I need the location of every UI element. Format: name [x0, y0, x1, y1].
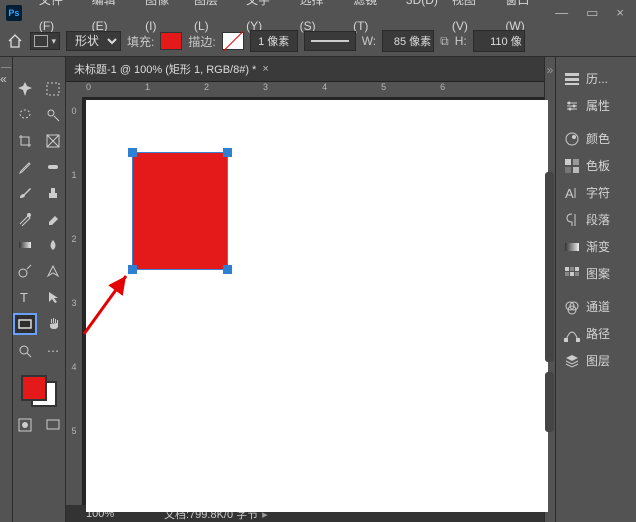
screenmode-button[interactable]	[42, 415, 64, 435]
link-wh-icon[interactable]: ⧉	[440, 34, 449, 49]
panel-channels[interactable]: 通道	[556, 293, 636, 320]
transform-handle-tl[interactable]	[128, 148, 137, 157]
toolbox-collapse-strip[interactable]: «	[0, 57, 13, 522]
horizontal-ruler: 0123456	[82, 82, 544, 98]
frame-tool[interactable]	[42, 131, 64, 151]
crop-tool[interactable]	[14, 131, 36, 151]
transform-handle-br[interactable]	[223, 265, 232, 274]
transform-handle-bl[interactable]	[128, 265, 137, 274]
type-tool[interactable]: T	[14, 287, 36, 307]
healing-tool[interactable]	[42, 157, 64, 177]
document-tab-bar: 未标题-1 @ 100% (矩形 1, RGB/8#) * ×	[66, 57, 544, 82]
panel-character[interactable]: A字符	[556, 179, 636, 206]
quickmask-button[interactable]	[14, 415, 36, 435]
gradient-tool[interactable]	[14, 235, 36, 255]
history-brush-tool[interactable]	[14, 209, 36, 229]
panel-history[interactable]: 历...	[556, 65, 636, 92]
panel-swatches[interactable]: 色板	[556, 152, 636, 179]
vertical-scrollbar[interactable]	[545, 172, 554, 362]
eraser-tool[interactable]	[42, 209, 64, 229]
fill-label: 填充:	[127, 33, 154, 50]
svg-text:A: A	[565, 186, 574, 201]
window-close-icon[interactable]: ×	[616, 5, 624, 21]
panels-dock: 历... 属性 颜色 色板 A字符 段落 渐变 图案 通道 路径 图层	[555, 57, 636, 522]
quick-select-tool[interactable]	[42, 105, 64, 125]
home-icon[interactable]	[6, 32, 24, 50]
brush-tool[interactable]	[14, 183, 36, 203]
panel-color[interactable]: 颜色	[556, 125, 636, 152]
annotation-arrow-icon	[80, 270, 140, 340]
stroke-color-swatch[interactable]	[222, 32, 244, 50]
svg-text:T: T	[20, 290, 28, 304]
foreground-color[interactable]	[21, 375, 47, 401]
pen-tool[interactable]	[42, 261, 64, 281]
canvas[interactable]	[86, 100, 548, 512]
stroke-type-select[interactable]	[304, 31, 356, 51]
panel-properties[interactable]: 属性	[556, 92, 636, 119]
shape-preset-button[interactable]: ▾	[30, 32, 60, 50]
selected-rectangle-shape[interactable]	[132, 152, 228, 270]
blur-tool[interactable]	[42, 235, 64, 255]
window-maximize-icon[interactable]: ▭	[586, 5, 598, 21]
path-select-tool[interactable]	[42, 287, 64, 307]
lasso-tool[interactable]	[14, 105, 36, 125]
height-label: H:	[455, 34, 467, 48]
marquee-tool[interactable]	[42, 79, 64, 99]
transform-handle-tr[interactable]	[223, 148, 232, 157]
vertical-ruler: 012345	[66, 82, 83, 505]
eyedropper-tool[interactable]	[14, 157, 36, 177]
dodge-tool[interactable]	[14, 261, 36, 281]
tool-mode-select[interactable]: 形状	[66, 31, 121, 51]
stroke-label: 描边:	[188, 33, 215, 50]
document-tab[interactable]: 未标题-1 @ 100% (矩形 1, RGB/8#) *	[74, 61, 256, 77]
height-input[interactable]	[473, 30, 525, 52]
menu-bar: Ps 文件(F) 编辑(E) 图像(I) 图层(L) 文字(Y) 选择(S) 滤…	[0, 0, 636, 26]
fill-color-swatch[interactable]	[160, 32, 182, 50]
app-icon: Ps	[6, 5, 22, 21]
stamp-tool[interactable]	[42, 183, 64, 203]
panel-paragraph[interactable]: 段落	[556, 206, 636, 233]
zoom-tool[interactable]	[14, 341, 36, 361]
vertical-scrollbar[interactable]	[545, 372, 554, 432]
panel-pattern[interactable]: 图案	[556, 260, 636, 287]
stroke-width-input[interactable]	[250, 30, 298, 52]
rectangle-tool[interactable]	[13, 313, 37, 335]
width-label: W:	[362, 34, 376, 48]
window-minimize-icon[interactable]: —	[555, 5, 568, 21]
move-tool[interactable]	[14, 79, 36, 99]
panel-paths[interactable]: 路径	[556, 320, 636, 347]
panel-layers[interactable]: 图层	[556, 347, 636, 374]
panel-gradient[interactable]: 渐变	[556, 233, 636, 260]
canvas-viewport: 012345 0123456	[66, 82, 544, 505]
toolbox: T ⋯	[13, 57, 66, 522]
document-area: 未标题-1 @ 100% (矩形 1, RGB/8#) * × 012345 0…	[66, 57, 544, 522]
tab-close-icon[interactable]: ×	[262, 63, 268, 75]
hand-tool[interactable]	[43, 313, 65, 333]
edit-toolbar-button[interactable]: ⋯	[42, 341, 64, 361]
width-input[interactable]	[382, 30, 434, 52]
color-picker[interactable]	[21, 375, 57, 407]
